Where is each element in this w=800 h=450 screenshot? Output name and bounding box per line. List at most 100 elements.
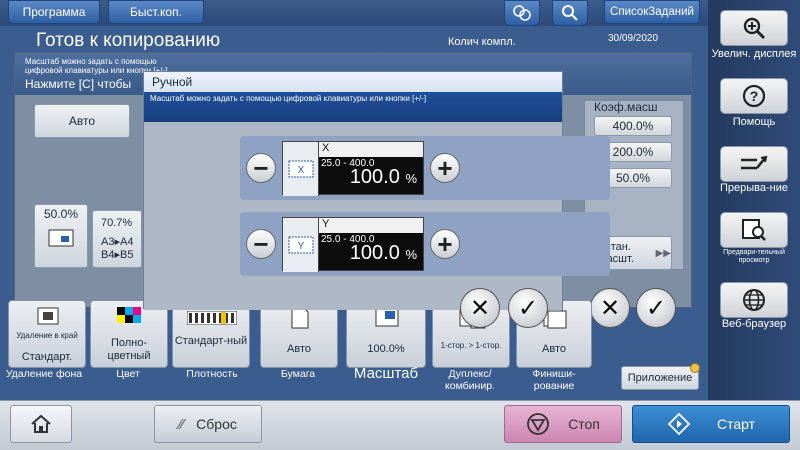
- display-zoom-label: Увелич. дисплея: [711, 48, 797, 60]
- web-browser-button[interactable]: [720, 282, 788, 318]
- help-icon: ?: [742, 84, 766, 108]
- search-icon[interactable]: [552, 0, 588, 26]
- paper-icon: [291, 307, 309, 329]
- zoom-page-icon: [375, 307, 399, 327]
- preview-label: Предвари-тельный просмотр: [723, 249, 785, 264]
- y-value: 100.0: [349, 242, 400, 264]
- x-value: 100.0: [349, 166, 400, 188]
- notification-dot: [690, 363, 700, 373]
- start-icon: [667, 412, 691, 436]
- ratio-value: 70.7%: [101, 217, 133, 229]
- tile-caption: Бумага: [280, 368, 316, 380]
- tile-caption: Финиши-рование: [532, 368, 576, 392]
- x-unit: %: [405, 171, 417, 186]
- auto-zoom-button[interactable]: Авто: [34, 104, 130, 138]
- x-plus-button[interactable]: +: [430, 153, 460, 183]
- coef-title: Коэф.масш: [594, 100, 658, 114]
- manual-dialog-title: Ручной: [144, 72, 562, 92]
- date-label: 30/09/2020: [608, 33, 659, 44]
- y-minus-button[interactable]: −: [246, 229, 276, 259]
- y-unit: %: [405, 247, 417, 262]
- tile-density[interactable]: Стандарт-ный: [172, 300, 250, 368]
- program-button[interactable]: Программа: [8, 0, 100, 24]
- reset-button[interactable]: ⁄⁄ Сброс: [154, 405, 262, 443]
- manual-ok-icon[interactable]: ✓: [508, 288, 548, 328]
- tile-value: Авто: [542, 343, 566, 355]
- paper-row-2: B4▸B5: [101, 249, 134, 261]
- stop-label: Стоп: [568, 416, 600, 432]
- preset-zoom-button[interactable]: 50.0%: [34, 204, 88, 268]
- globe-icon: [743, 289, 765, 311]
- coef-option-400[interactable]: 400.0%: [594, 116, 672, 136]
- background-ok-icon[interactable]: ✓: [636, 288, 676, 328]
- tile-top-label: Удаление в край: [16, 331, 78, 340]
- x-value-display: 100.0 %: [321, 166, 417, 189]
- tile-value: Стандарт-ный: [174, 335, 248, 347]
- tile-paper[interactable]: Авто: [260, 300, 338, 368]
- home-icon: [31, 414, 51, 433]
- display-zoom-button[interactable]: [720, 10, 788, 46]
- web-browser-label: Веб-браузер: [721, 318, 787, 330]
- tile-value: Авто: [287, 343, 311, 355]
- interrupt-icon: [741, 155, 768, 170]
- tile-caption: Масштаб: [353, 365, 419, 382]
- tile-caption: Плотность: [186, 368, 238, 380]
- tile-zoom[interactable]: 100.0%: [346, 300, 426, 368]
- home-button[interactable]: [10, 405, 72, 443]
- stop-button[interactable]: Стоп: [504, 405, 622, 443]
- copies-counter-label: Колич компл.: [448, 36, 516, 48]
- help-button[interactable]: ?: [720, 78, 788, 114]
- y-zoom-row: − Y Y 25.0 - 400.0 100.0 % +: [240, 212, 610, 276]
- application-button[interactable]: Приложение: [621, 366, 699, 390]
- connect-icon[interactable]: [504, 0, 540, 26]
- color-squares-icon: [117, 307, 141, 323]
- paper-row-1: A3▸A4: [101, 236, 134, 248]
- top-bar: [0, 0, 708, 26]
- tile-value: 100.0%: [367, 343, 405, 355]
- help-label: Помощь: [732, 116, 776, 128]
- tile-caption: Цвет: [116, 368, 140, 380]
- start-label: Старт: [716, 416, 756, 432]
- reset-label: Сброс: [196, 416, 237, 432]
- zoom-prompt: Нажмите [С] чтобы: [25, 77, 132, 91]
- manual-zoom-dialog: Ручной Масштаб можно задать с помощью ци…: [143, 71, 610, 310]
- interrupt-button[interactable]: [720, 146, 788, 182]
- svg-text:?: ?: [750, 88, 759, 104]
- y-value-box[interactable]: Y Y 25.0 - 400.0 100.0 %: [282, 217, 424, 272]
- tile-background-removal[interactable]: Удаление в край Стандарт.: [8, 300, 86, 368]
- reset-icon: ⁄⁄: [179, 415, 185, 433]
- manual-dialog-message: Масштаб можно задать с помощью цифровой …: [144, 92, 562, 122]
- x-minus-button[interactable]: −: [246, 153, 276, 183]
- x-axis-icon: X: [283, 142, 319, 196]
- tile-caption: Дуплекс/ комбинир.: [445, 368, 495, 392]
- tile-value: Стандарт.: [21, 351, 73, 363]
- y-value-display: 100.0 %: [321, 242, 417, 265]
- density-scale-icon: [187, 311, 237, 325]
- double-arrow-icon: ▶▶: [655, 247, 671, 259]
- interrupt-label: Прерыва-ние: [719, 182, 788, 194]
- stop-icon: [527, 413, 550, 435]
- x-axis-label: X: [319, 142, 423, 157]
- preview-icon: [742, 219, 766, 241]
- preview-button[interactable]: [720, 212, 788, 248]
- start-button[interactable]: Старт: [632, 405, 790, 443]
- svg-text:Y: Y: [297, 241, 304, 252]
- x-value-box[interactable]: X X 25.0 - 400.0 100.0 %: [282, 141, 424, 196]
- tile-color[interactable]: Полно-цветный: [90, 300, 168, 368]
- page-reduce-icon: [48, 229, 74, 247]
- paper-ratio-button[interactable]: 70.7% A3▸A4 B4▸B5: [92, 210, 142, 268]
- x-zoom-row: − X X 25.0 - 400.0 100.0 % +: [240, 136, 610, 200]
- manual-dialog-body: − X X 25.0 - 400.0 100.0 % + − Y Y 25.0 …: [144, 122, 610, 310]
- y-axis-icon: Y: [283, 218, 319, 272]
- status-title: Готов к копированию: [36, 30, 221, 51]
- tile-value: Полно-цветный: [107, 337, 151, 362]
- quick-copy-button[interactable]: Быст.коп.: [108, 0, 204, 24]
- zoom-in-icon: [743, 17, 766, 40]
- job-list-button[interactable]: СписокЗаданий: [604, 0, 700, 24]
- preset-zoom-value: 50.0%: [43, 207, 79, 221]
- manual-cancel-icon[interactable]: ✕: [460, 288, 500, 328]
- tile-value: 1-стор. > 1-стор.: [440, 341, 502, 350]
- edge-erase-icon: [37, 307, 59, 325]
- background-cancel-icon[interactable]: ✕: [590, 288, 630, 328]
- y-plus-button[interactable]: +: [430, 229, 460, 259]
